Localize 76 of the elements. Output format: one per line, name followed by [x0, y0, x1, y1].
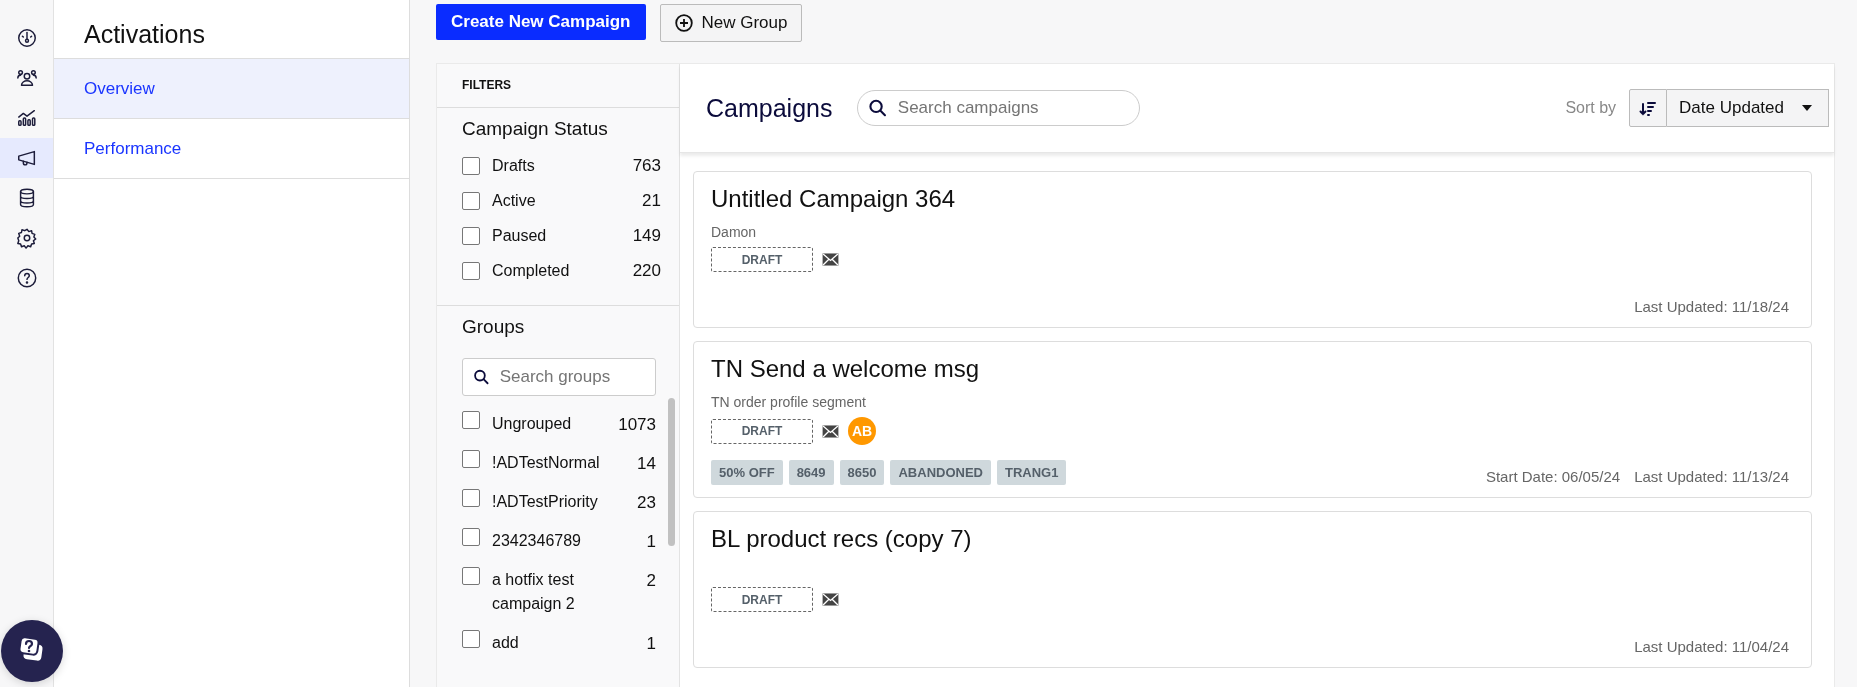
checkbox[interactable]: [462, 630, 480, 648]
sort-dropdown[interactable]: Date Updated: [1667, 89, 1829, 127]
search-icon: [868, 97, 888, 119]
group-count: 1: [646, 531, 656, 552]
campaign-card[interactable]: TN Send a welcome msg TN order profile segment DRAFT AB 50% OFF 8649 8650 ABANDONED TRANG1 Start Date: 06/05/24 Last Updated: 11/13/24: [693, 341, 1812, 498]
nav-item[interactable]: Performance: [54, 119, 409, 179]
filter-title: Groups: [462, 316, 526, 338]
filter-count: 763: [632, 155, 661, 176]
campaign-subtitle: Damon: [711, 224, 757, 240]
campaign-title: Untitled Campaign 364: [711, 184, 957, 214]
envelope-icon: [822, 253, 839, 266]
caret-icon: [1802, 105, 1812, 111]
search-input[interactable]: Search campaigns: [895, 97, 1130, 119]
status-tag: DRAFT: [711, 587, 813, 612]
filter-title: Campaign Status: [462, 118, 609, 140]
filters-header: FILTERS: [437, 64, 679, 108]
search-input[interactable]: Search groups: [497, 366, 645, 388]
group-label: Ungrouped: [492, 414, 573, 434]
ab-badge: AB: [848, 417, 876, 445]
megaphone-icon[interactable]: [0, 138, 53, 178]
filter-label: Completed: [492, 261, 571, 280]
group-label: a hotfix test campaign 2: [492, 570, 576, 614]
group-label: add: [492, 633, 520, 653]
nav-item[interactable]: Overview: [54, 58, 409, 119]
campaign-subtitle: TN order profile segment: [711, 394, 866, 410]
filter-count: 149: [632, 225, 661, 246]
new-group-button[interactable]: New Group: [659, 4, 803, 42]
checkbox[interactable]: [462, 450, 480, 468]
sort-label: Sort by: [1565, 99, 1617, 117]
checkbox[interactable]: [462, 489, 480, 507]
search-field[interactable]: Search groups: [462, 358, 656, 396]
start-date: Start Date: 06/05/24: [1485, 468, 1621, 485]
checkbox[interactable]: [462, 411, 480, 429]
group-label: !ADTestPriority: [492, 492, 599, 512]
checkbox[interactable]: [462, 567, 480, 585]
filter-count: 220: [632, 260, 661, 281]
checkbox[interactable]: [462, 226, 480, 245]
group-count: 23: [637, 492, 656, 513]
campaign-card[interactable]: Untitled Campaign 364 Damon DRAFT Last Updated: 11/18/24: [693, 171, 1812, 328]
group-count: 14: [637, 453, 656, 474]
filter-label: Paused: [492, 226, 548, 245]
group-count: 1: [646, 633, 656, 654]
filter-label: Active: [492, 191, 537, 210]
tag: 8650: [839, 460, 885, 485]
envelope-icon: [822, 424, 839, 438]
filter-count: 21: [642, 190, 661, 211]
status-tag: DRAFT: [711, 418, 813, 444]
campaign-title: TN Send a welcome msg: [711, 354, 981, 384]
checkbox[interactable]: [462, 261, 480, 280]
checkbox[interactable]: [462, 528, 480, 546]
tag: 8649: [788, 460, 834, 485]
last-updated: Last Updated: 11/18/24: [1634, 298, 1789, 315]
create-campaign-button[interactable]: Create New Campaign: [436, 4, 646, 40]
group-count: 2: [646, 570, 656, 591]
group-count: 1073: [618, 414, 656, 435]
tag: 50% OFF: [711, 460, 783, 485]
group-label: !ADTestNormal: [492, 453, 601, 473]
sort-direction-button[interactable]: [1629, 89, 1668, 127]
tag: ABANDONED: [890, 460, 991, 485]
last-updated: Last Updated: 11/04/24: [1634, 638, 1789, 655]
last-updated: Last Updated: 11/13/24: [1634, 468, 1789, 485]
envelope-icon: [822, 593, 839, 606]
plus-circle-icon: [674, 14, 693, 32]
group-label: 2342346789: [492, 531, 582, 551]
scrollbar[interactable]: [668, 398, 675, 546]
checkbox[interactable]: [462, 156, 480, 175]
search-icon: [473, 367, 490, 387]
sort-icon: [1639, 99, 1658, 117]
filter-label: Drafts: [492, 156, 536, 175]
checkbox[interactable]: [462, 191, 480, 210]
status-tag: DRAFT: [711, 247, 813, 272]
campaigns-title: Campaigns: [706, 93, 833, 123]
section-title: Activations: [83, 19, 206, 50]
campaign-title: BL product recs (copy 7): [711, 524, 973, 554]
campaign-card[interactable]: BL product recs (copy 7) DRAFT Last Updated: 11/04/24: [693, 511, 1812, 668]
tag: TRANG1: [996, 460, 1067, 485]
